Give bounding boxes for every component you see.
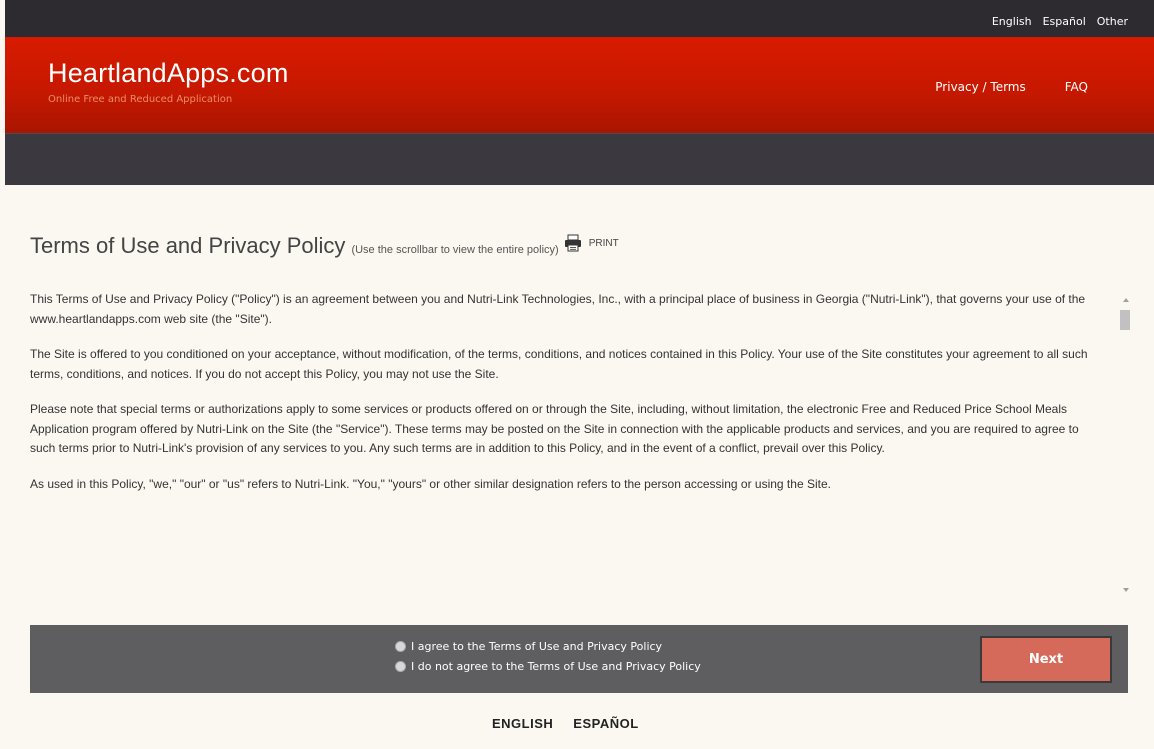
policy-paragraph: This Terms of Use and Privacy Policy ("P… <box>30 292 1086 326</box>
sub-navigation-bar <box>5 133 1154 185</box>
lang-link-english[interactable]: English <box>992 15 1032 28</box>
site-subtitle: Online Free and Reduced Application <box>48 94 233 105</box>
site-header: HeartlandApps.com Online Free and Reduce… <box>5 37 1154 133</box>
scroll-up-arrow-icon[interactable] <box>1123 298 1129 302</box>
policy-text: This Terms of Use and Privacy Policy ("P… <box>30 290 1090 494</box>
bottom-lang-english[interactable]: ENGLISH <box>492 716 553 731</box>
agree-label[interactable]: I agree to the Terms of Use and Privacy … <box>411 640 662 653</box>
print-label[interactable]: PRINT <box>589 238 619 249</box>
policy-scrollbar[interactable] <box>1115 290 1135 600</box>
header-nav: Privacy / Terms FAQ <box>935 80 1088 94</box>
privacy-terms-link[interactable]: Privacy / Terms <box>935 80 1025 94</box>
policy-paragraph: As used in this Policy, "we," "our" or "… <box>30 476 831 491</box>
scrollbar-thumb[interactable] <box>1120 310 1130 330</box>
policy-scroll-area[interactable]: This Terms of Use and Privacy Policy ("P… <box>30 290 1135 600</box>
page-title: Terms of Use and Privacy Policy <box>30 233 346 258</box>
scroll-down-arrow-icon[interactable] <box>1123 588 1129 592</box>
top-language-bar: English Español Other <box>5 0 1154 37</box>
policy-paragraph: The Site is offered to you conditioned o… <box>30 347 1088 381</box>
lang-link-espanol[interactable]: Español <box>1043 15 1086 28</box>
disagree-option[interactable]: I do not agree to the Terms of Use and P… <box>395 656 701 676</box>
printer-icon <box>564 234 581 252</box>
next-button[interactable]: Next <box>980 636 1112 683</box>
print-button[interactable]: PRINT <box>563 233 619 253</box>
agreement-bar: I agree to the Terms of Use and Privacy … <box>30 625 1128 693</box>
disagree-radio[interactable] <box>395 660 406 672</box>
top-language-links: English Español Other <box>992 15 1128 28</box>
site-title[interactable]: HeartlandApps.com <box>48 58 289 89</box>
disagree-label[interactable]: I do not agree to the Terms of Use and P… <box>411 660 701 673</box>
faq-link[interactable]: FAQ <box>1065 80 1088 94</box>
agree-option[interactable]: I agree to the Terms of Use and Privacy … <box>395 636 701 656</box>
policy-paragraph: Please note that special terms or author… <box>30 402 1079 455</box>
agreement-options: I agree to the Terms of Use and Privacy … <box>395 636 701 676</box>
agree-radio[interactable] <box>395 640 406 652</box>
bottom-lang-espanol[interactable]: ESPAÑOL <box>573 716 638 731</box>
policy-title-row: Terms of Use and Privacy Policy (Use the… <box>30 233 619 259</box>
scroll-instruction: (Use the scrollbar to view the entire po… <box>351 244 559 256</box>
lang-link-other[interactable]: Other <box>1097 15 1128 28</box>
bottom-language-links: ENGLISH ESPAÑOL <box>492 716 639 731</box>
